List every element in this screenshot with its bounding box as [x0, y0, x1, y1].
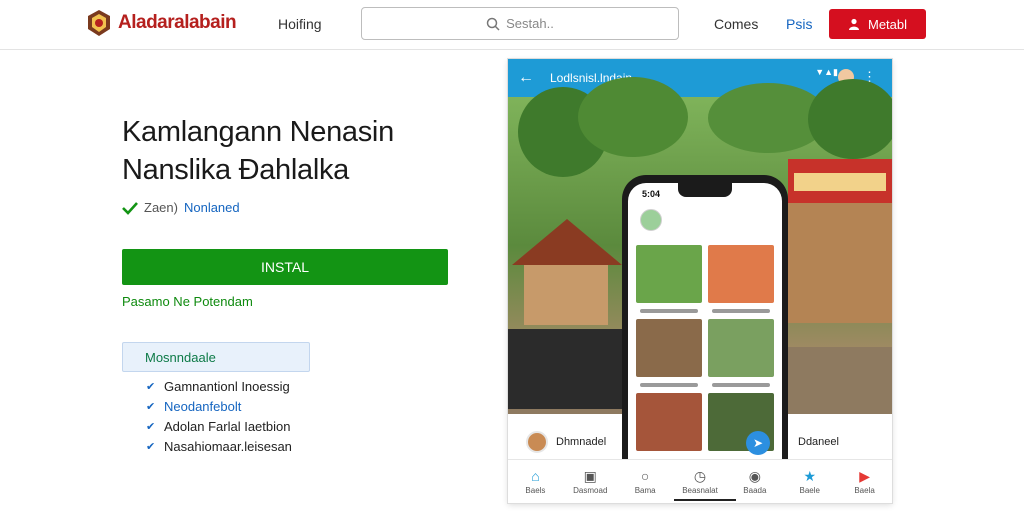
gallery-tile — [636, 319, 702, 377]
youtube-icon: ▶ — [859, 467, 870, 484]
tile-caption — [640, 309, 698, 313]
status-icons: ▼▲▮ — [815, 67, 838, 77]
tile-caption — [640, 383, 698, 387]
traditional-house — [512, 219, 622, 339]
shop-building — [788, 159, 892, 359]
nav-item-video: ▶ Baela — [837, 460, 892, 503]
feature-list: ✔ Gamnantionl Inoessig ✔ Neodanfebolt ✔ Ado… — [146, 376, 292, 456]
checkmark-icon — [122, 201, 138, 215]
feature-item: ✔ Adolan Farlal Iaetbion — [146, 416, 292, 436]
nav-item-label: Baels — [525, 485, 546, 495]
nav-active-indicator — [674, 499, 736, 501]
star-icon: ★ — [803, 467, 816, 484]
nav-item-label: Baele — [799, 485, 820, 495]
phone-screen: 5:04 ➤ ○ ••• ☰ — [628, 183, 782, 491]
info-icon: ▣ — [583, 467, 597, 484]
phone-avatar — [640, 209, 662, 231]
check-icon: ✔ — [146, 400, 156, 413]
gallery-tile — [636, 245, 702, 303]
card-avatar — [526, 430, 548, 453]
tree-shape — [578, 77, 688, 157]
search-icon: ○ — [640, 467, 650, 484]
nav-link-psis[interactable]: Psis — [786, 16, 812, 32]
phone-mockup: 5:04 ➤ ○ ••• ☰ — [622, 175, 788, 499]
install-button[interactable]: INSTAL — [122, 249, 448, 285]
feature-label: Neodanfebolt — [164, 398, 242, 414]
tile-caption — [712, 309, 770, 313]
tile-caption — [712, 383, 770, 387]
nav-item-label: Beasnalat — [682, 485, 718, 495]
check-icon: ✔ — [146, 380, 156, 393]
nav-item-label: Dasmoad — [573, 485, 608, 495]
nav-item-label: Baada — [743, 485, 767, 495]
timer-icon: ◷ — [693, 467, 707, 484]
brand-logo[interactable]: Aladaralabain — [86, 9, 237, 37]
nav-link-games[interactable]: Comes — [714, 16, 758, 32]
login-button[interactable]: Metabl — [829, 9, 926, 39]
check-icon: ✔ — [146, 440, 156, 453]
phone-action-button: ➤ — [746, 431, 770, 455]
verify-prefix: Zaen) — [144, 200, 178, 215]
feature-label: Nasahiomaar.leisesan — [164, 438, 292, 454]
nav-link-home[interactable]: Hoifing — [278, 16, 322, 32]
search-input[interactable]: Sestah.. — [361, 7, 679, 40]
card-right-label: Ddaneel — [798, 435, 839, 448]
nav-item-home: ⌂ Baels — [508, 460, 563, 503]
gallery-tile — [708, 319, 774, 377]
login-label: Metabl — [867, 16, 908, 32]
nav-item-label: Bama — [634, 485, 656, 495]
developer-link[interactable]: Nonlaned — [184, 200, 240, 215]
phone-time: 5:04 — [642, 189, 661, 199]
search-placeholder: Sestah.. — [506, 16, 554, 31]
search-icon — [486, 17, 500, 31]
nav-item-info: ▣ Dasmoad — [563, 460, 618, 503]
nav-item-star: ★ Baele — [782, 460, 837, 503]
feature-label: Gamnantionl Inoessig — [164, 378, 290, 394]
tree-shape — [808, 79, 892, 159]
nav-item-timer: ◷ Beasnalat — [673, 460, 728, 503]
app-title-line-2: Nanslika Ðahlalka — [122, 154, 350, 186]
app-screenshot[interactable]: ← Lodlsnisl.lndain ▼▲▮ ⋮ 5:04 ➤ Dhmnadel… — [508, 59, 892, 503]
feature-item: ✔ Nasahiomaar.leisesan — [146, 436, 292, 456]
check-icon: ✔ — [146, 420, 156, 433]
top-navigation-bar: Aladaralabain Hoifing Sestah.. Comes Psi… — [0, 0, 1024, 50]
gallery-tile — [708, 245, 774, 303]
nav-item-label: Baela — [854, 485, 875, 495]
feature-item: ✔ Neodanfebolt — [146, 396, 292, 416]
install-subnote: Pasamo Ne Potendam — [122, 294, 253, 309]
verified-developer: Zaen) Nonlaned — [122, 200, 240, 215]
roadside-wall — [508, 329, 622, 409]
screenshot-bottom-nav: ⌂ Baels ▣ Dasmoad ○ Bama ◷ Beasnalat ◉ Baada … — [508, 459, 892, 503]
home-icon: ⌂ — [531, 467, 540, 484]
feature-label: Adolan Farlal Iaetbion — [164, 418, 291, 434]
nav-item-games: ◉ Baada — [727, 460, 782, 503]
features-heading: Mosnndaale — [122, 342, 310, 372]
feature-item: ✔ Gamnantionl Inoessig — [146, 376, 292, 396]
brand-emblem-icon — [88, 10, 110, 36]
gallery-tile — [636, 393, 702, 451]
gamepad-icon: ◉ — [748, 467, 761, 484]
user-icon — [848, 18, 859, 30]
brand-name: Aladaralabain — [118, 12, 237, 33]
back-arrow-icon: ← — [518, 69, 534, 86]
nav-item-search: ○ Bama — [618, 460, 673, 503]
app-title-line-1: Kamlangann Nenasin — [122, 116, 394, 148]
app-title: Kamlangann Nenasin Nanslika Ðahlalka — [122, 113, 394, 189]
card-left-label: Dhmnadel — [556, 435, 607, 448]
